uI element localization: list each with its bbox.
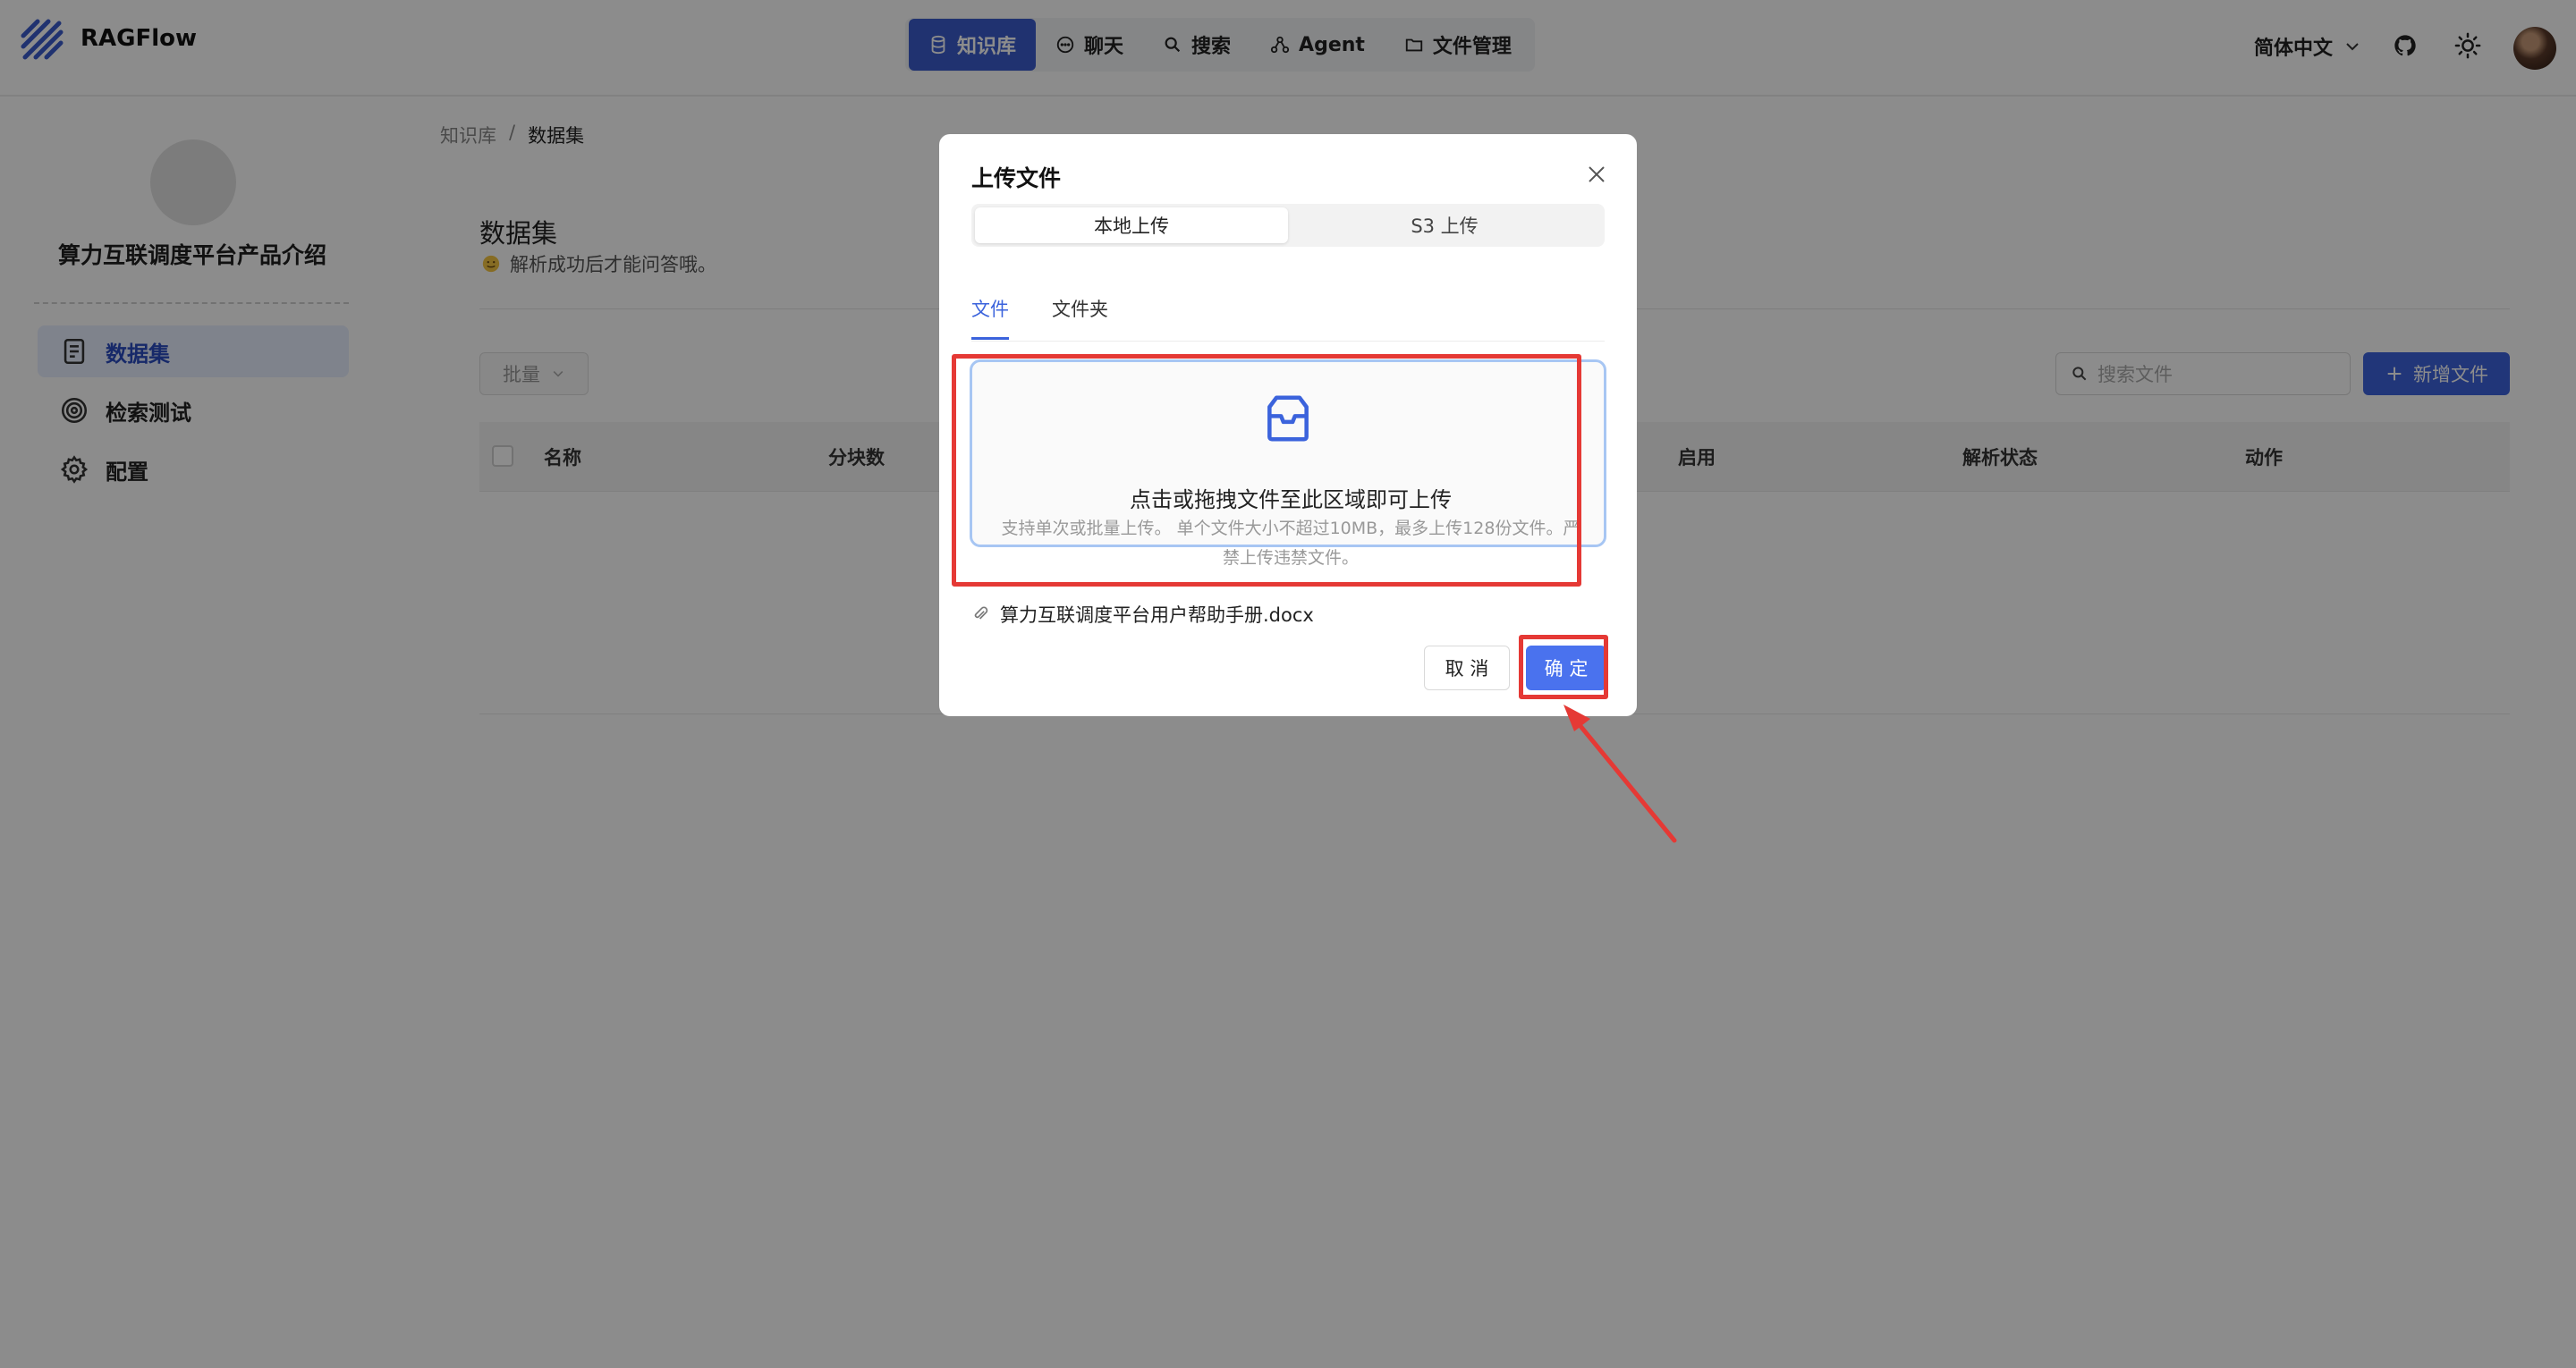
highlight-box-dropzone — [952, 354, 1581, 587]
close-icon[interactable] — [1581, 159, 1612, 190]
segment-local-upload[interactable]: 本地上传 — [975, 207, 1288, 243]
selected-file-item: 算力互联调度平台用户帮助手册.docx — [971, 601, 1314, 628]
tab-folder[interactable]: 文件夹 — [1052, 295, 1108, 340]
paperclip-icon — [974, 606, 988, 620]
segment-s3-upload[interactable]: S3 上传 — [1288, 207, 1601, 243]
upload-source-switch: 本地上传 S3 上传 — [971, 204, 1605, 247]
cancel-button[interactable]: 取 消 — [1424, 646, 1510, 690]
dialog-title: 上传文件 — [971, 165, 1062, 191]
highlight-box-confirm — [1519, 635, 1608, 699]
selected-file-name: 算力互联调度平台用户帮助手册.docx — [1000, 604, 1314, 626]
tab-file[interactable]: 文件 — [971, 295, 1009, 340]
upload-type-tabs: 文件 文件夹 — [971, 295, 1605, 342]
